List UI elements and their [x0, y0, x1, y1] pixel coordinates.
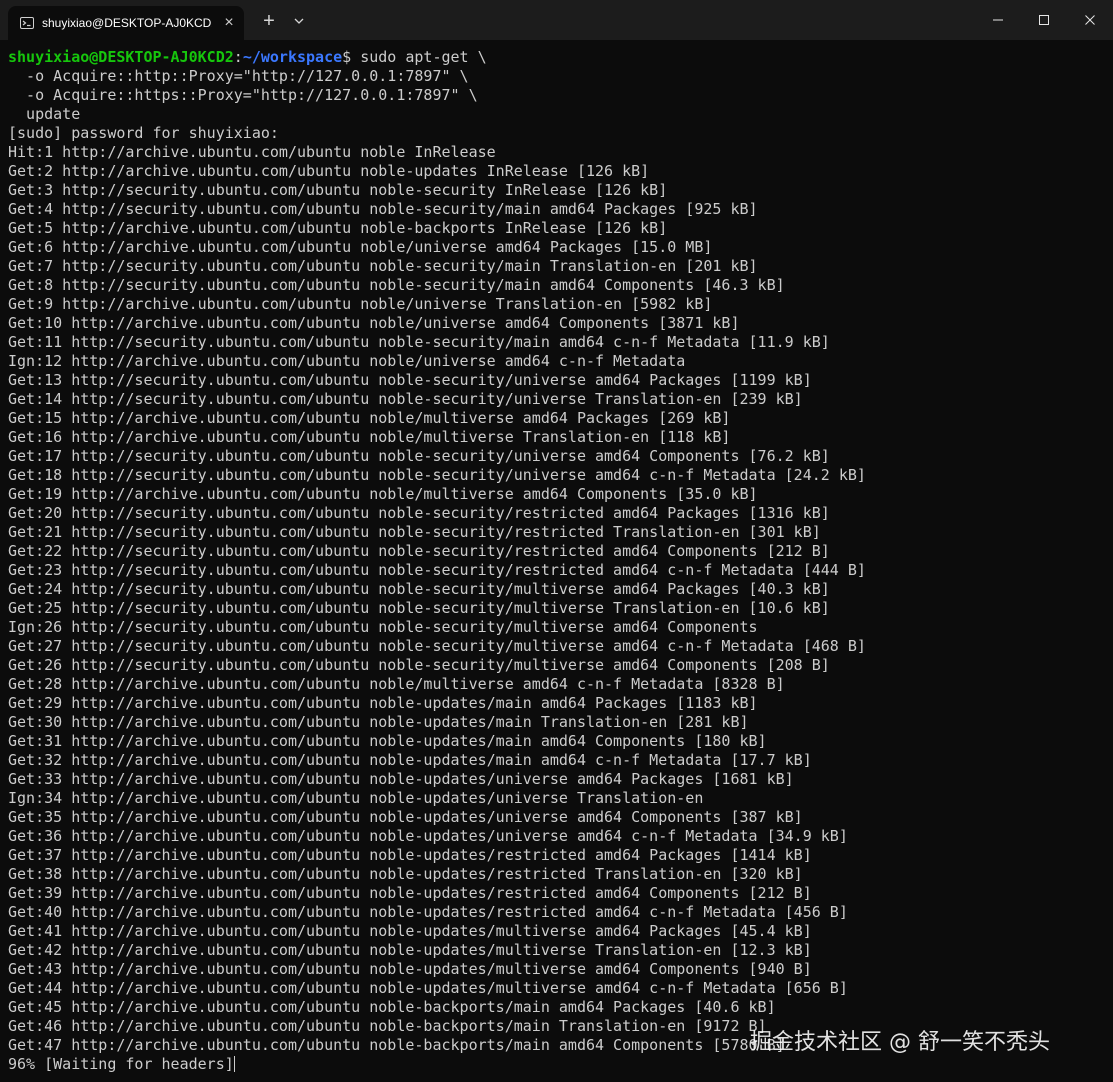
prompt-user-host: shuyixiao@DESKTOP-AJ0KCD2 — [8, 48, 234, 66]
output-line: Get:19 http://archive.ubuntu.com/ubuntu … — [8, 485, 758, 503]
prompt-path: ~/workspace — [242, 48, 343, 66]
output-line: Get:14 http://security.ubuntu.com/ubuntu… — [8, 390, 803, 408]
output-line: Get:26 http://security.ubuntu.com/ubuntu… — [8, 656, 830, 674]
terminal-output[interactable]: shuyixiao@DESKTOP-AJ0KCD2:~/workspace$ s… — [0, 40, 1113, 1082]
output-line: Get:11 http://security.ubuntu.com/ubuntu… — [8, 333, 830, 351]
output-line: Hit:1 http://archive.ubuntu.com/ubuntu n… — [8, 143, 496, 161]
output-line: Get:30 http://archive.ubuntu.com/ubuntu … — [8, 713, 749, 731]
prompt-line: shuyixiao@DESKTOP-AJ0KCD2:~/workspace$ s… — [8, 48, 487, 67]
output-line: Get:3 http://security.ubuntu.com/ubuntu … — [8, 181, 668, 199]
output-line: Ign:34 http://archive.ubuntu.com/ubuntu … — [8, 789, 704, 807]
output-line: Get:22 http://security.ubuntu.com/ubuntu… — [8, 542, 830, 560]
prompt-command: sudo apt-get \ — [351, 48, 487, 66]
output-line: Get:2 http://archive.ubuntu.com/ubuntu n… — [8, 162, 650, 180]
output-line: Get:45 http://archive.ubuntu.com/ubuntu … — [8, 998, 776, 1016]
output-line: 96% [Waiting for headers] — [8, 1055, 235, 1073]
output-line: Ign:26 http://security.ubuntu.com/ubuntu… — [8, 618, 758, 636]
output-line: Get:37 http://archive.ubuntu.com/ubuntu … — [8, 846, 812, 864]
output-line: Get:25 http://security.ubuntu.com/ubuntu… — [8, 599, 830, 617]
output-line: Get:41 http://archive.ubuntu.com/ubuntu … — [8, 922, 812, 940]
output-line: Get:32 http://archive.ubuntu.com/ubuntu … — [8, 751, 812, 769]
output-line: Get:46 http://archive.ubuntu.com/ubuntu … — [8, 1017, 767, 1035]
output-line: Get:39 http://archive.ubuntu.com/ubuntu … — [8, 884, 812, 902]
output-line: Get:17 http://security.ubuntu.com/ubuntu… — [8, 447, 830, 465]
output-line: [sudo] password for shuyixiao: — [8, 124, 279, 142]
output-line: Get:38 http://archive.ubuntu.com/ubuntu … — [8, 865, 803, 883]
output-line: Get:16 http://archive.ubuntu.com/ubuntu … — [8, 428, 731, 446]
maximize-icon — [1039, 15, 1049, 25]
output-line: -o Acquire::https::Proxy="http://127.0.0… — [8, 86, 478, 104]
output-line: Get:43 http://archive.ubuntu.com/ubuntu … — [8, 960, 812, 978]
close-icon — [1085, 15, 1095, 25]
output-line: Get:31 http://archive.ubuntu.com/ubuntu … — [8, 732, 767, 750]
output-line: Get:27 http://security.ubuntu.com/ubuntu… — [8, 637, 866, 655]
output-line: Get:35 http://archive.ubuntu.com/ubuntu … — [8, 808, 803, 826]
output-line: Get:6 http://archive.ubuntu.com/ubuntu n… — [8, 238, 713, 256]
output-line: Get:24 http://security.ubuntu.com/ubuntu… — [8, 580, 830, 598]
output-line: Get:20 http://security.ubuntu.com/ubuntu… — [8, 504, 830, 522]
output-line: Ign:12 http://archive.ubuntu.com/ubuntu … — [8, 352, 686, 370]
output-line: Get:42 http://archive.ubuntu.com/ubuntu … — [8, 941, 812, 959]
terminal-icon — [20, 17, 34, 29]
output-line: Get:40 http://archive.ubuntu.com/ubuntu … — [8, 903, 848, 921]
output-line: Get:36 http://archive.ubuntu.com/ubuntu … — [8, 827, 848, 845]
output-line: Get:5 http://archive.ubuntu.com/ubuntu n… — [8, 219, 668, 237]
new-tab-button[interactable]: + — [258, 10, 280, 32]
output-line: Get:21 http://security.ubuntu.com/ubuntu… — [8, 523, 821, 541]
maximize-button[interactable] — [1021, 0, 1067, 40]
prompt-symbol: $ — [342, 48, 352, 66]
title-bar: shuyixiao@DESKTOP-AJ0KCD2: ~ × + — [0, 0, 1113, 40]
output-line: Get:10 http://archive.ubuntu.com/ubuntu … — [8, 314, 740, 332]
tab-terminal[interactable]: shuyixiao@DESKTOP-AJ0KCD2: ~ × — [8, 6, 244, 40]
output-line: Get:47 http://archive.ubuntu.com/ubuntu … — [8, 1036, 785, 1054]
output-line: Get:7 http://security.ubuntu.com/ubuntu … — [8, 257, 758, 275]
text-cursor — [233, 1056, 235, 1072]
output-line: Get:15 http://archive.ubuntu.com/ubuntu … — [8, 409, 731, 427]
output-line: Get:8 http://security.ubuntu.com/ubuntu … — [8, 276, 785, 294]
output-line: Get:9 http://archive.ubuntu.com/ubuntu n… — [8, 295, 713, 313]
tab-close-button[interactable]: × — [220, 14, 238, 32]
output-line: Get:13 http://security.ubuntu.com/ubuntu… — [8, 371, 812, 389]
output-line: Get:29 http://archive.ubuntu.com/ubuntu … — [8, 694, 758, 712]
minimize-icon — [993, 19, 1003, 21]
output-line: Get:28 http://archive.ubuntu.com/ubuntu … — [8, 675, 785, 693]
output-line: Get:23 http://security.ubuntu.com/ubuntu… — [8, 561, 866, 579]
output-line: Get:44 http://archive.ubuntu.com/ubuntu … — [8, 979, 848, 997]
close-button[interactable] — [1067, 0, 1113, 40]
output-line: -o Acquire::http::Proxy="http://127.0.0.… — [8, 67, 469, 85]
output-line: Get:4 http://security.ubuntu.com/ubuntu … — [8, 200, 758, 218]
output-line: update — [8, 105, 81, 123]
tab-title: shuyixiao@DESKTOP-AJ0KCD2: ~ — [42, 16, 212, 30]
prompt-separator: : — [233, 48, 243, 66]
output-line: Get:18 http://security.ubuntu.com/ubuntu… — [8, 466, 866, 484]
watermark-text: 掘金技术社区 @ 舒一笑不秃头 — [750, 1030, 1050, 1055]
minimize-button[interactable] — [975, 0, 1021, 40]
chevron-down-icon[interactable] — [290, 12, 308, 30]
output-line: Get:33 http://archive.ubuntu.com/ubuntu … — [8, 770, 794, 788]
